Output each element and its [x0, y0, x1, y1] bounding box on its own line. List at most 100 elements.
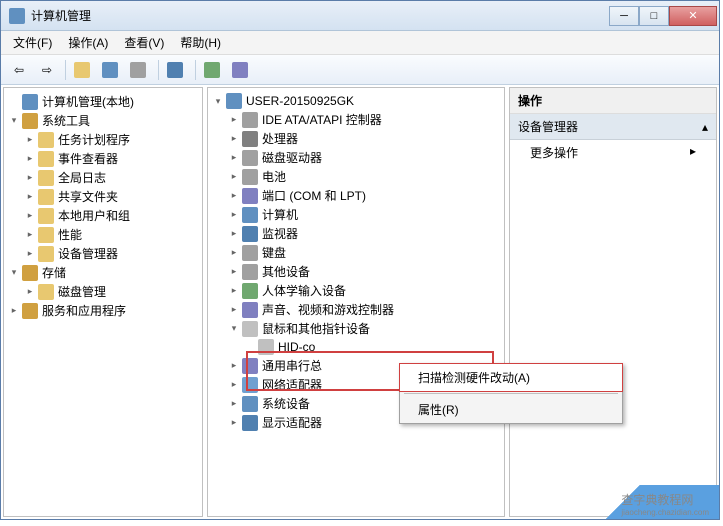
- device-item-7[interactable]: ▸键盘: [210, 243, 502, 262]
- node-icon: [38, 151, 54, 167]
- node-icon: [38, 284, 54, 300]
- expander-icon[interactable]: ▸: [228, 228, 240, 240]
- node-label: USER-20150925GK: [246, 94, 354, 108]
- expander-icon[interactable]: ▸: [24, 191, 36, 203]
- node-label: 电池: [262, 168, 286, 185]
- toolbar-btn-1[interactable]: [72, 58, 96, 82]
- expander-icon[interactable]: ▸: [228, 190, 240, 202]
- expander-icon[interactable]: ▸: [228, 152, 240, 164]
- device-root[interactable]: ▾ USER-20150925GK: [210, 92, 502, 110]
- menu-file[interactable]: 文件(F): [5, 32, 60, 53]
- device-child-11-0[interactable]: HID-co: [210, 338, 502, 356]
- device-item-11[interactable]: ▾鼠标和其他指针设备: [210, 319, 502, 338]
- expander-icon[interactable]: ▸: [24, 248, 36, 260]
- ctx-props-label: 属性(R): [418, 403, 459, 417]
- left-group-0[interactable]: ▾系统工具: [6, 111, 200, 130]
- node-icon: [242, 131, 258, 147]
- node-icon: [242, 207, 258, 223]
- device-item-8[interactable]: ▸其他设备: [210, 262, 502, 281]
- toolbar-btn-2[interactable]: [100, 58, 124, 82]
- device-item-5[interactable]: ▸ 计算机: [210, 205, 502, 224]
- expander-icon[interactable]: ▸: [228, 133, 240, 145]
- device-item-9[interactable]: ▸ 人体学输入设备: [210, 281, 502, 300]
- node-label: 端口 (COM 和 LPT): [262, 187, 366, 204]
- left-item-0-2[interactable]: ▸全局日志: [6, 168, 200, 187]
- ctx-scan-label: 扫描检测硬件改动(A): [418, 371, 530, 385]
- expander-icon[interactable]: ▾: [8, 267, 20, 279]
- node-icon: [258, 339, 274, 355]
- left-group-1[interactable]: ▾ 存储: [6, 263, 200, 282]
- maximize-button[interactable]: □: [639, 6, 669, 26]
- node-icon: [242, 415, 258, 431]
- node-icon: [22, 265, 38, 281]
- expander-icon[interactable]: [244, 341, 256, 353]
- device-item-3[interactable]: ▸ 电池: [210, 167, 502, 186]
- expander-icon[interactable]: ▸: [24, 134, 36, 146]
- device-item-4[interactable]: ▸ 端口 (COM 和 LPT): [210, 186, 502, 205]
- node-label: 服务和应用程序: [42, 302, 126, 319]
- menu-help[interactable]: 帮助(H): [172, 32, 229, 53]
- toolbar-btn-5[interactable]: [202, 58, 226, 82]
- expander-icon[interactable]: ▸: [228, 285, 240, 297]
- minimize-button[interactable]: ─: [609, 6, 639, 26]
- left-root[interactable]: 计算机管理(本地): [6, 92, 200, 111]
- expander-icon[interactable]: ▸: [228, 247, 240, 259]
- expander-icon[interactable]: ▸: [228, 209, 240, 221]
- node-label: 人体学输入设备: [262, 282, 346, 299]
- actions-more[interactable]: 更多操作 ▸: [510, 140, 716, 165]
- chevron-right-icon: ▸: [690, 144, 696, 161]
- expander-icon[interactable]: ▸: [228, 171, 240, 183]
- device-item-10[interactable]: ▸声音、视频和游戏控制器: [210, 300, 502, 319]
- left-item-0-0[interactable]: ▸任务计划程序: [6, 130, 200, 149]
- left-group-2[interactable]: ▸ 服务和应用程序: [6, 301, 200, 320]
- ctx-scan-hardware[interactable]: 扫描检测硬件改动(A): [399, 363, 623, 392]
- expander-icon[interactable]: [8, 96, 20, 108]
- expander-icon[interactable]: ▾: [212, 95, 224, 107]
- back-button[interactable]: ⇦: [7, 58, 31, 82]
- watermark: 查字典教程网 jiaocheng.chazidian.com: [591, 485, 719, 519]
- device-item-6[interactable]: ▸监视器: [210, 224, 502, 243]
- expander-icon[interactable]: ▸: [24, 229, 36, 241]
- context-menu: 扫描检测硬件改动(A) 属性(R): [399, 363, 623, 424]
- ctx-properties[interactable]: 属性(R): [400, 396, 622, 423]
- forward-button[interactable]: ⇨: [35, 58, 59, 82]
- device-item-0[interactable]: ▸IDE ATA/ATAPI 控制器: [210, 110, 502, 129]
- expander-icon[interactable]: ▸: [228, 379, 240, 391]
- node-icon: [38, 132, 54, 148]
- toolbar-btn-3[interactable]: [128, 58, 152, 82]
- node-label: 计算机: [262, 206, 298, 223]
- close-button[interactable]: ✕: [669, 6, 717, 26]
- toolbar-btn-4[interactable]: [165, 58, 189, 82]
- expander-icon[interactable]: ▸: [24, 153, 36, 165]
- expander-icon[interactable]: ▾: [228, 323, 240, 335]
- node-label: 存储: [42, 264, 66, 281]
- toolbar-btn-6[interactable]: [230, 58, 254, 82]
- menu-action[interactable]: 操作(A): [60, 32, 116, 53]
- left-item-0-5[interactable]: ▸ 性能: [6, 225, 200, 244]
- node-label: 性能: [58, 226, 82, 243]
- toolbar-separator: [195, 60, 196, 80]
- left-item-1-0[interactable]: ▸磁盘管理: [6, 282, 200, 301]
- node-icon: [242, 377, 258, 393]
- expander-icon[interactable]: ▸: [228, 114, 240, 126]
- expander-icon[interactable]: ▸: [24, 286, 36, 298]
- left-item-0-6[interactable]: ▸设备管理器: [6, 244, 200, 263]
- expander-icon[interactable]: ▸: [228, 398, 240, 410]
- expander-icon[interactable]: ▸: [228, 417, 240, 429]
- expander-icon[interactable]: ▸: [24, 172, 36, 184]
- menu-view[interactable]: 查看(V): [116, 32, 172, 53]
- titlebar: 计算机管理 ─ □ ✕: [1, 1, 719, 31]
- expander-icon[interactable]: ▸: [24, 210, 36, 222]
- left-item-0-1[interactable]: ▸事件查看器: [6, 149, 200, 168]
- device-item-1[interactable]: ▸处理器: [210, 129, 502, 148]
- left-item-0-3[interactable]: ▸共享文件夹: [6, 187, 200, 206]
- left-item-0-4[interactable]: ▸本地用户和组: [6, 206, 200, 225]
- actions-sub-header[interactable]: 设备管理器 ▴: [510, 114, 716, 140]
- expander-icon[interactable]: ▸: [8, 305, 20, 317]
- node-icon: [242, 150, 258, 166]
- expander-icon[interactable]: ▸: [228, 266, 240, 278]
- expander-icon[interactable]: ▾: [8, 115, 20, 127]
- expander-icon[interactable]: ▸: [228, 360, 240, 372]
- device-item-2[interactable]: ▸磁盘驱动器: [210, 148, 502, 167]
- expander-icon[interactable]: ▸: [228, 304, 240, 316]
